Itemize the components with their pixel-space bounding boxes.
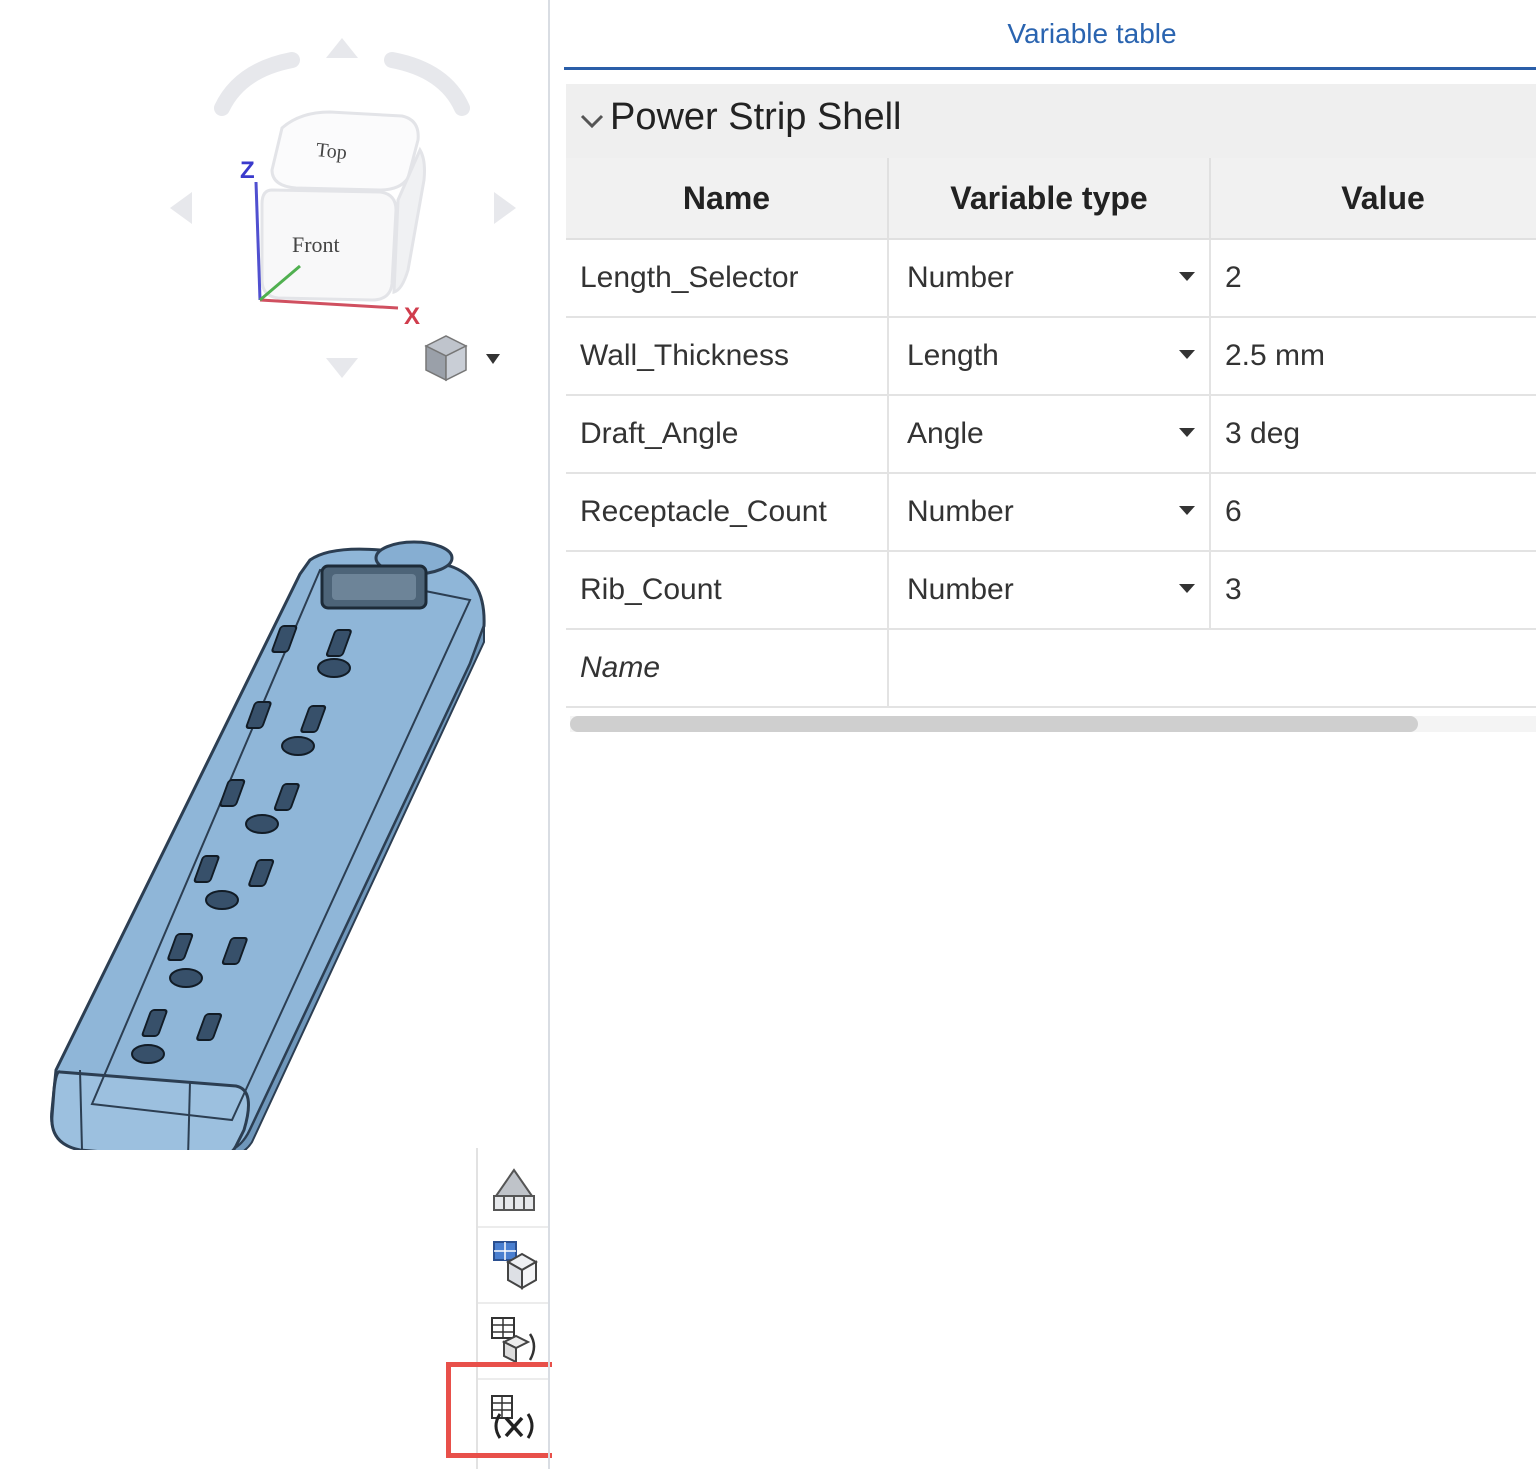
nav-up-arrow-icon[interactable] (326, 38, 358, 58)
variable-name-cell[interactable]: Draft_Angle (566, 395, 889, 474)
dropdown-arrow-icon[interactable] (1179, 506, 1195, 515)
variable-type-select[interactable]: Number (888, 551, 1211, 630)
variable-value-cell[interactable]: 2.5 mm (1210, 317, 1536, 396)
table-row: Rib_Count Number 3 (566, 551, 1536, 630)
configurations-button[interactable] (478, 1152, 550, 1228)
dropdown-arrow-icon[interactable] (1179, 584, 1195, 593)
variable-type-label: Number (907, 495, 1014, 528)
variable-value-cell[interactable]: 6 (1210, 473, 1536, 552)
variable-type-select[interactable]: Number (888, 239, 1211, 318)
dropdown-arrow-icon[interactable] (1179, 272, 1195, 281)
dropdown-arrow-icon[interactable] (1179, 350, 1195, 359)
model-body[interactable] (50, 547, 486, 1150)
new-variable-row: Name (566, 629, 1536, 708)
empty-cell (1210, 629, 1536, 708)
table-row: Draft_Angle Angle 3 deg (566, 395, 1536, 474)
axis-z-label: Z (240, 157, 255, 184)
table-header-row: Name Variable type Value (566, 158, 1536, 240)
variable-table-panel: Variable table Power Strip Shell Name Va… (552, 0, 1536, 1469)
variable-name-cell[interactable]: Receptacle_Count (566, 473, 889, 552)
horizontal-scrollbar[interactable] (570, 716, 1536, 732)
table-row: Wall_Thickness Length 2.5 mm (566, 317, 1536, 396)
nav-left-arrow-icon[interactable] (170, 192, 192, 224)
variable-name-cell[interactable]: Rib_Count (566, 551, 889, 630)
variable-name-cell[interactable]: Length_Selector (566, 239, 889, 318)
panel-divider[interactable] (548, 0, 550, 1469)
variable-value-cell[interactable]: 3 (1210, 551, 1536, 630)
variable-value-cell[interactable]: 2 (1210, 239, 1536, 318)
variable-type-label: Length (907, 339, 999, 372)
rotate-arc-left-icon[interactable] (214, 52, 300, 116)
view-mode-dropdown-icon[interactable] (486, 354, 500, 364)
configurations-icon (493, 1168, 535, 1211)
variable-type-label: Number (907, 573, 1014, 606)
power-strip-model[interactable] (0, 530, 549, 1150)
variable-type-label: Angle (907, 417, 984, 450)
cube-front-label: Front (292, 232, 340, 257)
variables-table: Name Variable type Value Length_Selector… (566, 158, 1536, 708)
new-variable-name-input[interactable]: Name (566, 629, 889, 708)
group-header[interactable]: Power Strip Shell (566, 84, 1536, 160)
horizontal-scrollbar-thumb[interactable] (570, 716, 1418, 732)
z-axis-line (254, 181, 262, 301)
cube-top-label: Top (315, 139, 348, 164)
axis-x-label: X (404, 303, 420, 330)
variable-type-select[interactable]: Angle (888, 395, 1211, 474)
rotate-arc-right-icon[interactable] (384, 52, 470, 116)
variable-studio-icon (493, 1241, 539, 1290)
table-row: Receptacle_Count Number 6 (566, 473, 1536, 552)
dropdown-arrow-icon[interactable] (1179, 428, 1195, 437)
nav-right-arrow-icon[interactable] (494, 192, 516, 224)
view-cube[interactable]: Top Front Z X (0, 0, 549, 420)
variable-type-select[interactable]: Number (888, 473, 1211, 552)
empty-cell (888, 629, 1210, 708)
group-title: Power Strip Shell (610, 96, 902, 138)
variable-studio-button[interactable] (478, 1228, 550, 1304)
chevron-down-icon[interactable] (578, 108, 606, 136)
variable-type-label: Number (907, 261, 1014, 294)
variable-type-select[interactable]: Length (888, 317, 1211, 396)
panel-title-underline (564, 67, 1536, 70)
x-axis-line (259, 298, 399, 310)
variable-value-cell[interactable]: 3 deg (1210, 395, 1536, 474)
graphics-viewport[interactable]: Top Front Z X (0, 0, 584, 1469)
table-row: Length_Selector Number 2 (566, 239, 1536, 318)
column-header-value[interactable]: Value (1210, 158, 1536, 240)
variable-name-cell[interactable]: Wall_Thickness (566, 317, 889, 396)
column-header-name[interactable]: Name (566, 158, 889, 240)
panel-title: Variable table (1007, 18, 1177, 49)
view-mode-cube-icon[interactable] (424, 335, 468, 382)
nav-down-arrow-icon[interactable] (326, 358, 358, 378)
column-header-variable-type[interactable]: Variable type (888, 158, 1211, 240)
